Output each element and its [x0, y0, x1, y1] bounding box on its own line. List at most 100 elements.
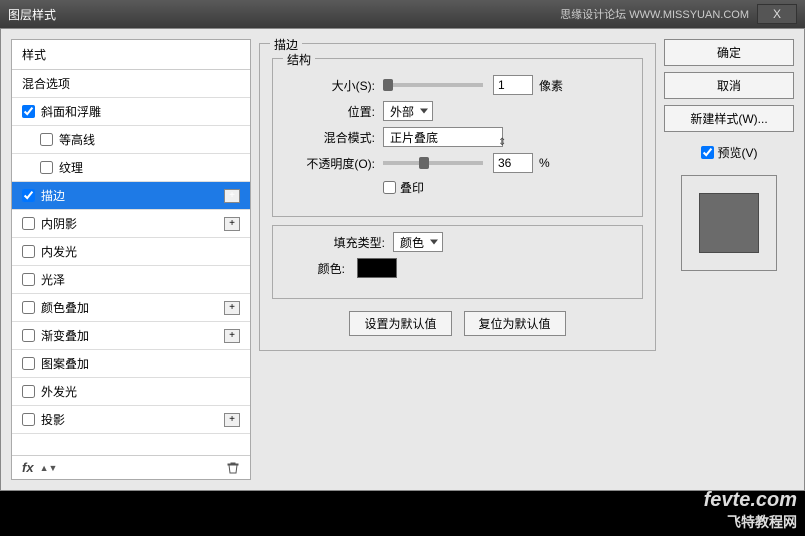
style-item-10[interactable]: 外发光: [12, 378, 250, 406]
blend-label: 混合模式:: [285, 129, 375, 146]
updown-icon[interactable]: ▲▼: [40, 463, 58, 473]
size-slider[interactable]: [383, 83, 483, 87]
structure-group: 结构 大小(S): 像素 位置: 外部 混合模式: 正片叠底 不透明度(O):: [272, 58, 643, 217]
color-row: 颜色:: [285, 258, 630, 278]
opacity-slider[interactable]: [383, 161, 483, 165]
default-buttons-row: 设置为默认值 复位为默认值: [272, 311, 643, 336]
style-checkbox[interactable]: [22, 357, 35, 370]
overprint-checkbox[interactable]: [383, 181, 396, 194]
style-label: 颜色叠加: [41, 299, 89, 316]
style-label: 投影: [41, 411, 65, 428]
color-swatch[interactable]: [357, 258, 397, 278]
add-effect-button[interactable]: +: [224, 217, 240, 231]
blend-row: 混合模式: 正片叠底: [285, 127, 630, 147]
style-label: 图案叠加: [41, 355, 89, 372]
blend-options-row[interactable]: 混合选项: [12, 70, 250, 98]
overprint-label: 叠印: [400, 179, 424, 196]
filltype-select[interactable]: 颜色: [393, 232, 443, 252]
style-item-11[interactable]: 投影 +: [12, 406, 250, 434]
style-item-0[interactable]: 斜面和浮雕: [12, 98, 250, 126]
set-default-button[interactable]: 设置为默认值: [349, 311, 451, 336]
style-item-8[interactable]: 渐变叠加 +: [12, 322, 250, 350]
style-item-6[interactable]: 光泽: [12, 266, 250, 294]
ok-button[interactable]: 确定: [664, 39, 794, 66]
style-checkbox[interactable]: [22, 273, 35, 286]
cancel-button[interactable]: 取消: [664, 72, 794, 99]
fx-label[interactable]: fx: [22, 460, 34, 475]
watermark-sub: 飞特教程网: [704, 512, 797, 532]
opacity-row: 不透明度(O): %: [285, 153, 630, 173]
style-item-3[interactable]: 描边 +: [12, 182, 250, 210]
blend-options-label: 混合选项: [22, 75, 70, 92]
style-checkbox[interactable]: [40, 133, 53, 146]
opacity-slider-thumb[interactable]: [419, 157, 429, 169]
style-item-4[interactable]: 内阴影 +: [12, 210, 250, 238]
style-label: 渐变叠加: [41, 327, 89, 344]
filltype-label: 填充类型:: [285, 234, 385, 251]
stroke-group: 描边 结构 大小(S): 像素 位置: 外部 混合模式: 正片叠底: [259, 43, 656, 351]
add-effect-button[interactable]: +: [224, 189, 240, 203]
style-label: 光泽: [41, 271, 65, 288]
size-unit: 像素: [539, 77, 563, 94]
color-label: 颜色:: [285, 260, 345, 277]
size-label: 大小(S):: [285, 77, 375, 94]
preview-checkbox[interactable]: [701, 146, 714, 159]
position-row: 位置: 外部: [285, 101, 630, 121]
styles-panel: 样式 混合选项 斜面和浮雕等高线纹理描边 + 内阴影 + 内发光光泽颜色叠加 + 渐变叠加 +…: [11, 39, 251, 480]
styles-header[interactable]: 样式: [12, 40, 250, 70]
style-checkbox[interactable]: [22, 413, 35, 426]
preview-square: [699, 193, 759, 253]
add-effect-button[interactable]: +: [224, 413, 240, 427]
size-slider-thumb[interactable]: [383, 79, 393, 91]
filltype-value: 颜色: [400, 234, 424, 251]
style-checkbox[interactable]: [22, 217, 35, 230]
position-select[interactable]: 外部: [383, 101, 433, 121]
right-panel: 确定 取消 新建样式(W)... 预览(V): [664, 39, 794, 480]
style-label: 内阴影: [41, 215, 77, 232]
style-item-9[interactable]: 图案叠加: [12, 350, 250, 378]
fill-group: 填充类型: 颜色 颜色:: [272, 225, 643, 299]
filltype-row: 填充类型: 颜色: [285, 232, 630, 252]
titlebar-credit: 思缘设计论坛 WWW.MISSYUAN.COM: [560, 6, 749, 22]
new-style-button[interactable]: 新建样式(W)...: [664, 105, 794, 132]
opacity-label: 不透明度(O):: [285, 155, 375, 172]
size-row: 大小(S): 像素: [285, 75, 630, 95]
preview-box: [681, 175, 777, 271]
watermark: fevte.com 飞特教程网: [704, 489, 797, 532]
overprint-row: 叠印: [285, 179, 630, 196]
add-effect-button[interactable]: +: [224, 329, 240, 343]
blend-select[interactable]: 正片叠底: [383, 127, 503, 147]
style-label: 等高线: [59, 131, 95, 148]
style-checkbox[interactable]: [22, 301, 35, 314]
close-icon: X: [773, 7, 781, 21]
style-checkbox[interactable]: [40, 161, 53, 174]
style-label: 斜面和浮雕: [41, 103, 101, 120]
reset-default-button[interactable]: 复位为默认值: [464, 311, 566, 336]
style-checkbox[interactable]: [22, 245, 35, 258]
style-label: 外发光: [41, 383, 77, 400]
close-button[interactable]: X: [757, 4, 797, 24]
style-checkbox[interactable]: [22, 189, 35, 202]
watermark-main: fevte.com: [704, 489, 797, 512]
add-effect-button[interactable]: +: [224, 301, 240, 315]
window-title: 图层样式: [8, 6, 56, 23]
style-item-5[interactable]: 内发光: [12, 238, 250, 266]
style-item-2[interactable]: 纹理: [12, 154, 250, 182]
style-checkbox[interactable]: [22, 385, 35, 398]
position-label: 位置:: [285, 103, 375, 120]
size-input[interactable]: [493, 75, 533, 95]
styles-footer: fx ▲▼: [12, 455, 250, 479]
style-item-7[interactable]: 颜色叠加 +: [12, 294, 250, 322]
blend-value: 正片叠底: [390, 129, 438, 146]
preview-label: 预览(V): [718, 144, 758, 161]
style-label: 描边: [41, 187, 65, 204]
style-label: 内发光: [41, 243, 77, 260]
style-item-1[interactable]: 等高线: [12, 126, 250, 154]
opacity-input[interactable]: [493, 153, 533, 173]
position-value: 外部: [390, 103, 414, 120]
style-label: 纹理: [59, 159, 83, 176]
style-checkbox[interactable]: [22, 105, 35, 118]
opacity-unit: %: [539, 156, 550, 170]
trash-icon[interactable]: [226, 461, 240, 475]
style-checkbox[interactable]: [22, 329, 35, 342]
